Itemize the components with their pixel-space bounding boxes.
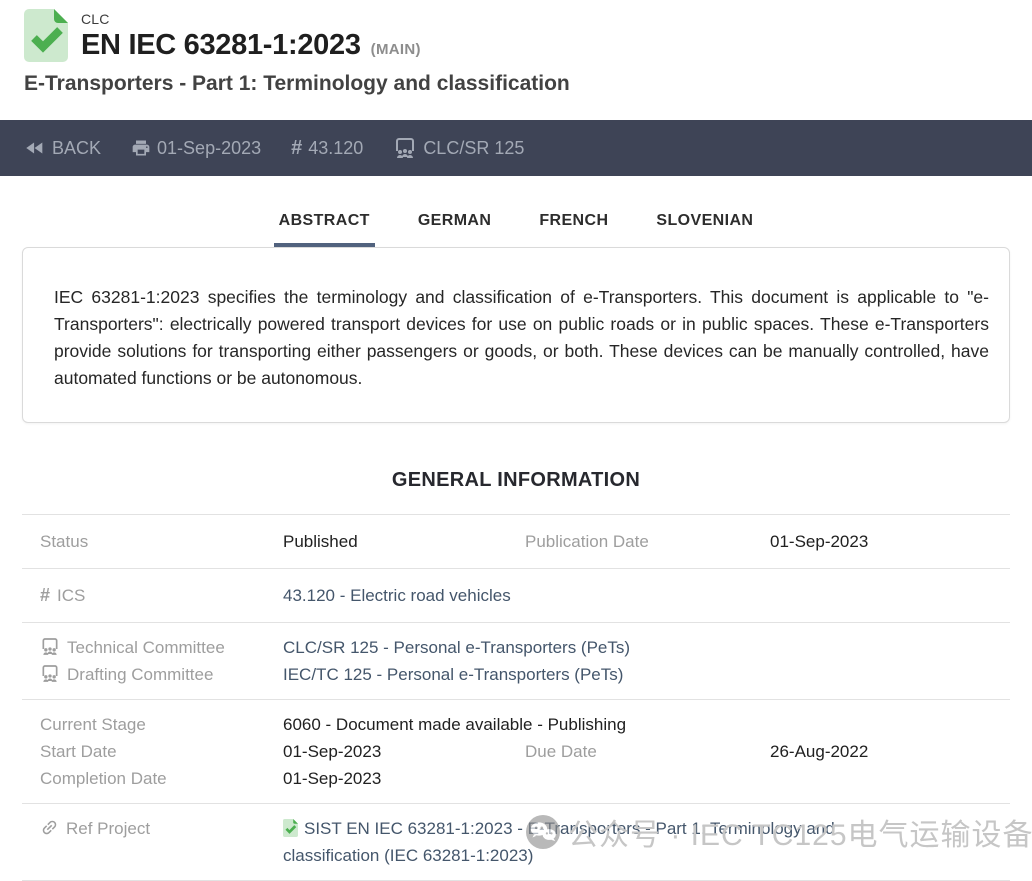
back-button[interactable]: BACK [24,137,101,159]
people-group-icon [40,664,60,683]
general-information-heading: GENERAL INFORMATION [0,469,1032,492]
technical-committee-label: Technical Committee [40,634,283,661]
ref-project-value: SIST EN IEC 63281-1:2023 - E-Transporter… [283,815,923,869]
table-row-ics: # ICS 43.120 - Electric road vehicles [22,568,1010,622]
start-date-label: Start Date [40,738,283,765]
committee-label: CLC/SR 125 [423,138,524,159]
due-date-label: Due Date [525,738,770,765]
table-row-stage: Current Stage 6060 - Document made avail… [22,699,1010,803]
publication-date-value: 01-Sep-2023 [770,528,1010,555]
people-group-icon [40,637,60,656]
committee-chip[interactable]: CLC/SR 125 [393,137,524,159]
tab-german[interactable]: GERMAN [413,202,497,247]
table-row-committees: Technical Committee CLC/SR 125 - Persona… [22,622,1010,699]
document-status-icon [24,9,68,62]
status-label: Status [40,528,283,555]
tab-abstract[interactable]: ABSTRACT [274,202,375,247]
general-information-table: Status Published Publication Date 01-Sep… [22,514,1010,881]
back-label: BACK [52,138,101,159]
ics-chip[interactable]: # 43.120 [291,137,363,160]
ics-label: # ICS [40,582,283,609]
language-tabs: ABSTRACT GERMAN FRENCH SLOVENIAN [0,202,1032,247]
people-group-icon [393,137,417,159]
print-date-button[interactable]: 01-Sep-2023 [131,138,261,159]
ics-value-link[interactable]: 43.120 - Electric road vehicles [283,582,1010,609]
page-header: CLC EN IEC 63281-1:2023 (MAIN) E-Transpo… [0,0,1032,97]
ics-code-label: 43.120 [308,138,363,159]
completion-date-value: 01-Sep-2023 [283,765,525,792]
page-title: EN IEC 63281-1:2023 [81,29,361,62]
hash-icon: # [40,585,50,606]
chain-link-icon [40,818,59,837]
due-date-value: 26-Aug-2022 [770,738,1010,765]
start-date-value: 01-Sep-2023 [283,738,525,765]
completion-date-label: Completion Date [40,765,283,792]
tab-slovenian[interactable]: SLOVENIAN [651,202,758,247]
toolbar: BACK 01-Sep-2023 # 43.120 CLC/SR 125 [0,120,1032,176]
current-stage-label: Current Stage [40,711,283,738]
document-subtitle: E-Transporters - Part 1: Terminology and… [24,71,1008,97]
status-value: Published [283,528,525,555]
abstract-card: IEC 63281-1:2023 specifies the terminolo… [22,247,1010,423]
fast-rewind-icon [24,137,46,159]
main-tag: (MAIN) [371,41,421,58]
drafting-committee-value-link[interactable]: IEC/TC 125 - Personal e-Transporters (Pe… [283,661,1010,688]
technical-committee-value-link[interactable]: CLC/SR 125 - Personal e-Transporters (Pe… [283,634,1010,661]
printer-icon [131,138,151,158]
tab-french[interactable]: FRENCH [534,202,613,247]
table-row-ref-project: Ref Project SIST EN IEC 63281-1:2023 - E… [22,803,1010,881]
current-stage-value: 6060 - Document made available - Publish… [283,711,1010,738]
abstract-text: IEC 63281-1:2023 specifies the terminolo… [54,284,989,392]
drafting-committee-label: Drafting Committee [40,661,283,688]
table-row-status: Status Published Publication Date 01-Sep… [22,514,1010,568]
print-date-label: 01-Sep-2023 [157,138,261,159]
agency-label: CLC [81,11,421,27]
ref-project-link[interactable]: SIST EN IEC 63281-1:2023 - E-Transporter… [283,819,835,865]
publication-date-label: Publication Date [525,528,770,555]
document-status-icon [283,819,298,837]
hash-icon: # [291,137,302,160]
ref-project-label: Ref Project [40,815,283,869]
